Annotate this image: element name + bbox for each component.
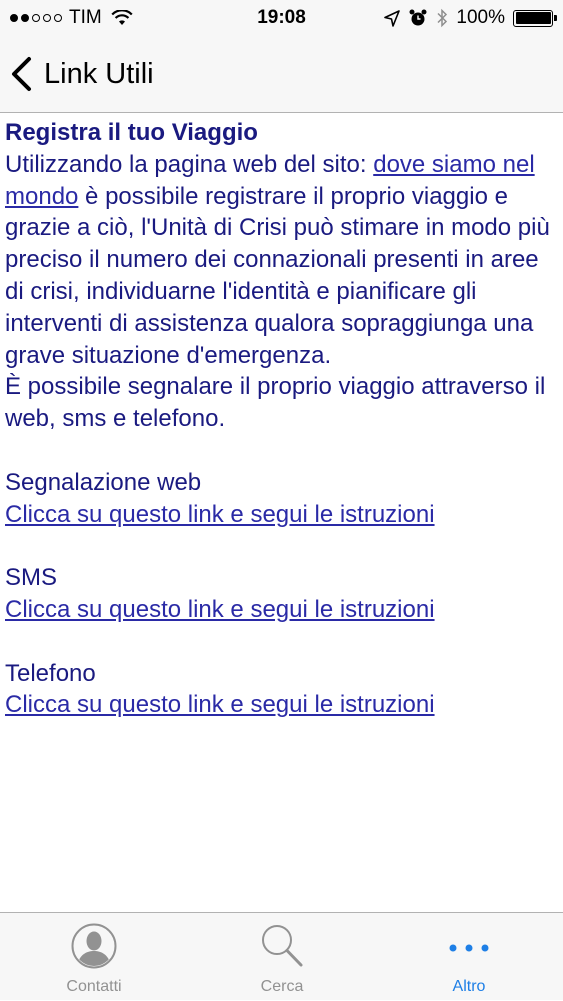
section-web: Segnalazione web Clicca su questo link e… (5, 467, 557, 531)
person-icon (71, 923, 117, 969)
section-label-web: Segnalazione web (5, 468, 202, 496)
tab-label-altro: Altro (452, 978, 486, 995)
intro-paragraph-2: È possibile segnalare il proprio viaggio… (5, 373, 546, 433)
section-sms: SMS Clicca su questo link e segui le ist… (5, 562, 557, 626)
alarm-clock-icon (409, 9, 427, 26)
content-area: Registra il tuo Viaggio Utilizzando la p… (5, 117, 557, 721)
back-button-label: Link Utili (44, 57, 154, 90)
section-label-telefono: Telefono (5, 659, 96, 687)
tab-label-contatti: Contatti (66, 978, 122, 995)
bluetooth-icon (437, 8, 448, 28)
tab-altro[interactable]: Altro (375, 913, 563, 1001)
navigation-bar: Link Utili (0, 38, 563, 113)
location-arrow-icon (384, 9, 401, 27)
page-title: Registra il tuo Viaggio (5, 119, 258, 146)
tab-bar: Contatti Cerca Altro (0, 912, 563, 1000)
intro-text-after-link: è possibile registrare il proprio viaggi… (5, 182, 550, 369)
chevron-left-icon (12, 57, 31, 91)
status-right: 100% (384, 7, 557, 29)
tab-cerca[interactable]: Cerca (188, 913, 376, 1001)
telefono-instructions-link[interactable]: Clicca su questo link e segui le istruzi… (5, 691, 435, 718)
sms-instructions-link[interactable]: Clicca su questo link e segui le istruzi… (5, 596, 435, 623)
more-icon (449, 944, 489, 952)
intro-text-before-link: Utilizzando la pagina web del sito: (5, 150, 374, 178)
intro-paragraph: Utilizzando la pagina web del sito: dove… (5, 149, 557, 372)
tab-label-cerca: Cerca (260, 978, 304, 995)
back-button[interactable]: Link Utili (10, 56, 154, 92)
battery-percentage: 100% (456, 7, 505, 28)
battery-icon (513, 9, 557, 27)
section-label-sms: SMS (5, 564, 58, 592)
web-instructions-link[interactable]: Clicca su questo link e segui le istruzi… (5, 501, 435, 528)
status-bar: TIM 19:08 100% (0, 0, 563, 38)
search-icon (262, 925, 303, 967)
tab-contatti[interactable]: Contatti (0, 913, 188, 1001)
battery-fill (515, 12, 551, 24)
section-telefono: Telefono Clicca su questo link e segui l… (5, 658, 557, 722)
